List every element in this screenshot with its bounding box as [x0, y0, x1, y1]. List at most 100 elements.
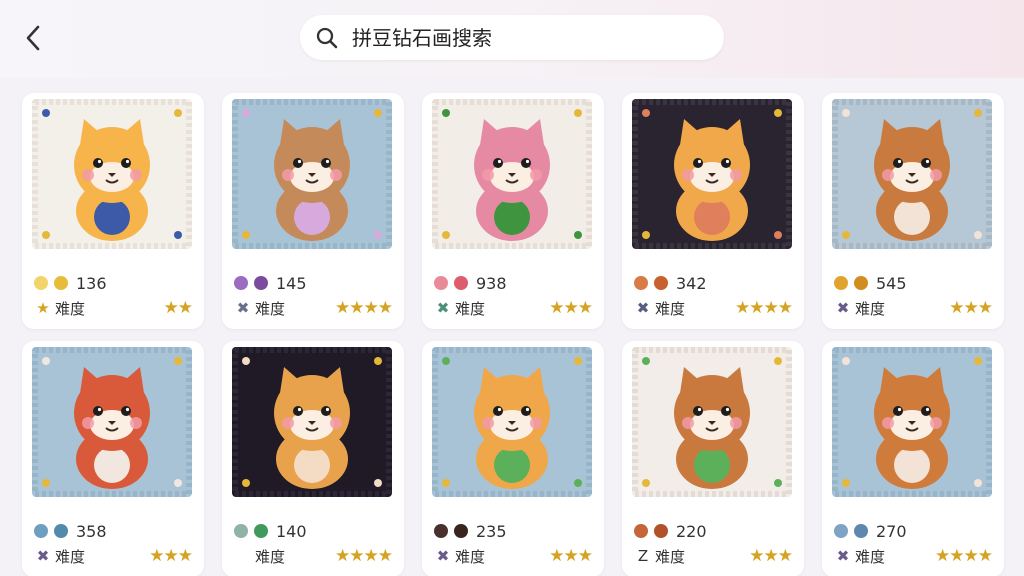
pattern-card[interactable]: 938 ✖ 难度 ★★★	[422, 93, 604, 329]
pattern-thumbnail	[32, 99, 192, 249]
pattern-thumbnail	[232, 99, 392, 249]
search-query: 拼豆钻石画搜索	[352, 26, 492, 50]
bead-count: 140	[276, 521, 307, 541]
difficulty-icon: ✖	[436, 299, 450, 317]
pattern-card[interactable]: 342 ✖ 难度 ★★★★	[622, 93, 804, 329]
difficulty: Z 难度	[634, 546, 685, 566]
color-swatch	[654, 276, 668, 290]
top-bar: 拼豆钻石画搜索	[0, 0, 1024, 78]
color-swatch	[254, 524, 268, 538]
difficulty-icon: Z	[637, 547, 649, 565]
pattern-image	[632, 99, 792, 249]
pattern-card[interactable]: 235 ✖ 难度 ★★★	[422, 341, 604, 576]
bead-count: 235	[476, 521, 507, 541]
color-info: 140	[234, 521, 307, 541]
pattern-card[interactable]: 145 ✖ 难度 ★★★★	[222, 93, 404, 329]
difficulty-icon: ✖	[836, 299, 850, 317]
pattern-thumbnail	[232, 347, 392, 497]
color-info: 270	[834, 521, 907, 541]
pattern-thumbnail	[432, 99, 592, 249]
difficulty-icon: ✖	[236, 299, 250, 317]
difficulty-label: 难度	[255, 299, 286, 318]
bead-count: 938	[476, 273, 507, 293]
difficulty-icon: ✖	[36, 547, 50, 565]
difficulty-icon: ✖	[836, 547, 850, 565]
star-rating: ★★★★	[735, 298, 793, 318]
color-swatch	[834, 276, 848, 290]
difficulty-stars: ★★	[164, 298, 194, 318]
star-rating: ★★★★	[935, 546, 993, 566]
star-rating: ★★★	[149, 546, 193, 566]
difficulty: ✖ 难度	[834, 298, 885, 318]
color-swatch	[234, 276, 248, 290]
color-info: 220	[634, 522, 707, 541]
difficulty-stars: ★★★★	[335, 298, 393, 318]
star-rating: ★★★	[549, 546, 593, 566]
bead-count: 136	[76, 273, 107, 293]
pattern-card[interactable]: 136 ★ 难度 ★★	[22, 93, 204, 329]
star-rating: ★★★★	[335, 546, 393, 566]
difficulty-stars: ★★★★	[935, 546, 993, 566]
color-swatch	[54, 524, 68, 538]
bead-count: 358	[76, 521, 107, 541]
difficulty-label: 难度	[655, 299, 686, 318]
difficulty-stars: ★★★	[949, 298, 993, 318]
color-swatch	[34, 524, 48, 538]
color-info: 545	[834, 273, 907, 293]
color-info: 358	[34, 521, 107, 541]
pattern-card[interactable]: 220 Z 难度 ★★★	[622, 341, 804, 576]
difficulty-label: 难度	[255, 547, 286, 566]
pattern-image	[32, 347, 192, 497]
pattern-thumbnail	[832, 99, 992, 249]
difficulty: ✖ 难度	[434, 298, 485, 318]
bead-count: 270	[876, 521, 907, 541]
color-swatch	[34, 276, 48, 290]
color-swatch	[454, 276, 468, 290]
difficulty-stars: ★★★★	[735, 298, 793, 318]
pattern-image	[232, 347, 392, 497]
color-swatch	[634, 276, 648, 290]
difficulty-label: 难度	[655, 547, 686, 566]
pattern-thumbnail	[32, 347, 192, 497]
star-rating: ★★★	[749, 546, 793, 566]
bead-count: 545	[876, 273, 907, 293]
star-rating: ★★★	[949, 298, 993, 318]
color-swatch	[434, 276, 448, 290]
difficulty-stars: ★★★	[549, 546, 593, 566]
pattern-card[interactable]: 545 ✖ 难度 ★★★	[822, 93, 1004, 329]
pattern-image	[832, 99, 992, 249]
color-info: 342	[634, 273, 707, 293]
difficulty-label: 难度	[855, 299, 886, 318]
difficulty-icon: ✖	[636, 299, 650, 317]
color-swatch	[434, 524, 448, 538]
pattern-thumbnail	[632, 99, 792, 249]
difficulty-label: 难度	[455, 547, 486, 566]
search-bar[interactable]: 拼豆钻石画搜索	[300, 15, 724, 60]
pattern-image	[432, 99, 592, 249]
bead-count: 342	[676, 273, 707, 293]
difficulty-stars: ★★★	[149, 546, 193, 566]
color-info: 136	[34, 273, 107, 293]
difficulty-stars: ★★★	[749, 546, 793, 566]
difficulty-label: 难度	[55, 547, 86, 566]
bead-count: 145	[276, 273, 307, 293]
difficulty: ✖ 难度	[234, 298, 285, 318]
pattern-thumbnail	[432, 347, 592, 497]
color-info: 235	[434, 521, 507, 541]
pattern-card[interactable]: 140 难度 ★★★★	[222, 341, 404, 576]
color-info: 145	[234, 273, 307, 293]
difficulty: ★ 难度	[34, 298, 85, 318]
difficulty: ✖ 难度	[434, 546, 485, 566]
difficulty-stars: ★★★	[549, 298, 593, 318]
pattern-thumbnail	[832, 347, 992, 497]
pattern-card[interactable]: 270 ✖ 难度 ★★★★	[822, 341, 1004, 576]
pattern-card[interactable]: 358 ✖ 难度 ★★★	[22, 341, 204, 576]
back-icon[interactable]	[18, 22, 50, 54]
difficulty: 难度	[234, 546, 285, 566]
difficulty-icon: ★	[36, 299, 50, 317]
color-swatch	[454, 524, 468, 538]
difficulty-label: 难度	[855, 547, 886, 566]
search-icon	[315, 26, 339, 50]
pattern-image	[232, 99, 392, 249]
difficulty: ✖ 难度	[834, 546, 885, 566]
